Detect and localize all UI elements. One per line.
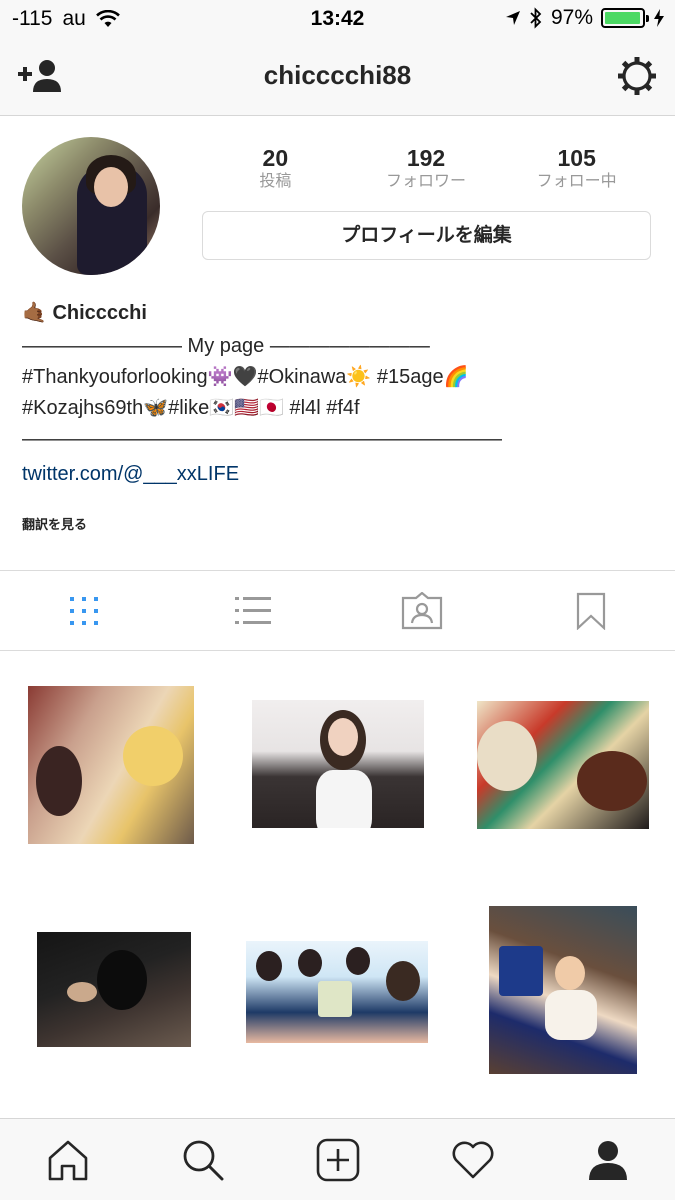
home-icon [48,1140,87,1180]
grid-post-3[interactable] [450,652,675,877]
profile-avatar[interactable] [22,137,160,275]
see-translation-button[interactable]: 翻訳を見る [22,514,87,533]
tab-list-view[interactable] [169,571,338,650]
stat-followers-label: フォロワー [386,173,467,190]
photo-grid [0,652,675,1118]
grid-view-icon [70,596,99,625]
nav-new-post[interactable] [270,1119,405,1200]
bottom-tab-bar [0,1118,675,1200]
stat-followers-count: 192 [406,145,446,171]
location-arrow-icon [505,11,520,25]
avatar-face [94,167,128,207]
profile-view-tabs [0,570,675,651]
bio-name-text: Chicccchi [52,302,147,324]
profile-stats: 20 投稿 192 フォロワー 105 フォロー中 [200,144,652,192]
post-thumbnail [252,700,424,828]
grid-post-2[interactable] [225,652,450,877]
gear-icon [618,57,656,95]
charging-bolt-icon [654,9,664,27]
grid-post-6[interactable] [450,877,675,1102]
tab-grid-view[interactable] [0,571,169,650]
tab-saved[interactable] [506,571,675,650]
stat-posts[interactable]: 20 投稿 [200,144,351,192]
stat-posts-count: 20 [262,145,289,171]
profile-icon [588,1140,627,1180]
stat-following-count: 105 [557,145,596,171]
bio-line-3: #Kozajhs69th🦋#like🇰🇷🇺🇸🇯🇵 #l4l #f4f [22,397,360,419]
settings-button[interactable] [617,56,657,96]
grid-post-4[interactable] [0,877,225,1102]
bio-website-link[interactable]: twitter.com/@___xxLIFE [22,463,239,486]
nav-profile[interactable] [540,1119,675,1200]
nav-bar: chicccchi88 [0,38,675,116]
tab-tagged-photos[interactable] [338,571,507,650]
nav-activity[interactable] [405,1119,540,1200]
post-thumbnail [37,932,191,1047]
bio-line-2: #Thankyouforlooking👾🖤#Okinawa☀️ #15age🌈 [22,366,469,388]
bio-line-1: ———————— My page ———————— [22,335,430,357]
stat-posts-label: 投稿 [259,173,292,190]
battery-icon [601,8,649,28]
search-icon [183,1140,223,1180]
bluetooth-icon [530,7,542,29]
tagged-photos-icon [401,591,442,629]
nav-home[interactable] [0,1119,135,1200]
nav-search[interactable] [135,1119,270,1200]
grid-post-1[interactable] [0,652,225,877]
bookmark-icon [576,592,605,630]
activity-heart-icon [452,1141,493,1178]
bio-name-emoji: 🤙🏾 [22,302,47,324]
status-right: 97% [505,6,665,30]
bio-display-name: 🤙🏾 Chicccchi [22,298,662,329]
battery-percent: 97% [550,6,593,29]
stat-following[interactable]: 105 フォロー中 [501,144,652,192]
list-view-icon [235,596,272,624]
status-bar: -115 au 13:42 97% [0,0,675,38]
post-thumbnail [477,701,649,829]
post-thumbnail [246,941,428,1043]
grid-post-5[interactable] [225,877,450,1102]
profile-username: chicccchi88 [263,60,412,90]
bio-line-4: ———————————————————————— [22,428,502,450]
stat-followers[interactable]: 192 フォロワー [351,144,502,192]
stat-following-label: フォロー中 [536,173,617,190]
edit-profile-button[interactable]: プロフィールを編集 [202,211,651,260]
battery-fill [605,12,640,24]
post-thumbnail [28,686,194,844]
new-post-icon [316,1138,359,1181]
profile-bio: 🤙🏾 Chicccchi ———————— My page ———————— #… [22,298,662,455]
post-thumbnail [489,906,637,1074]
